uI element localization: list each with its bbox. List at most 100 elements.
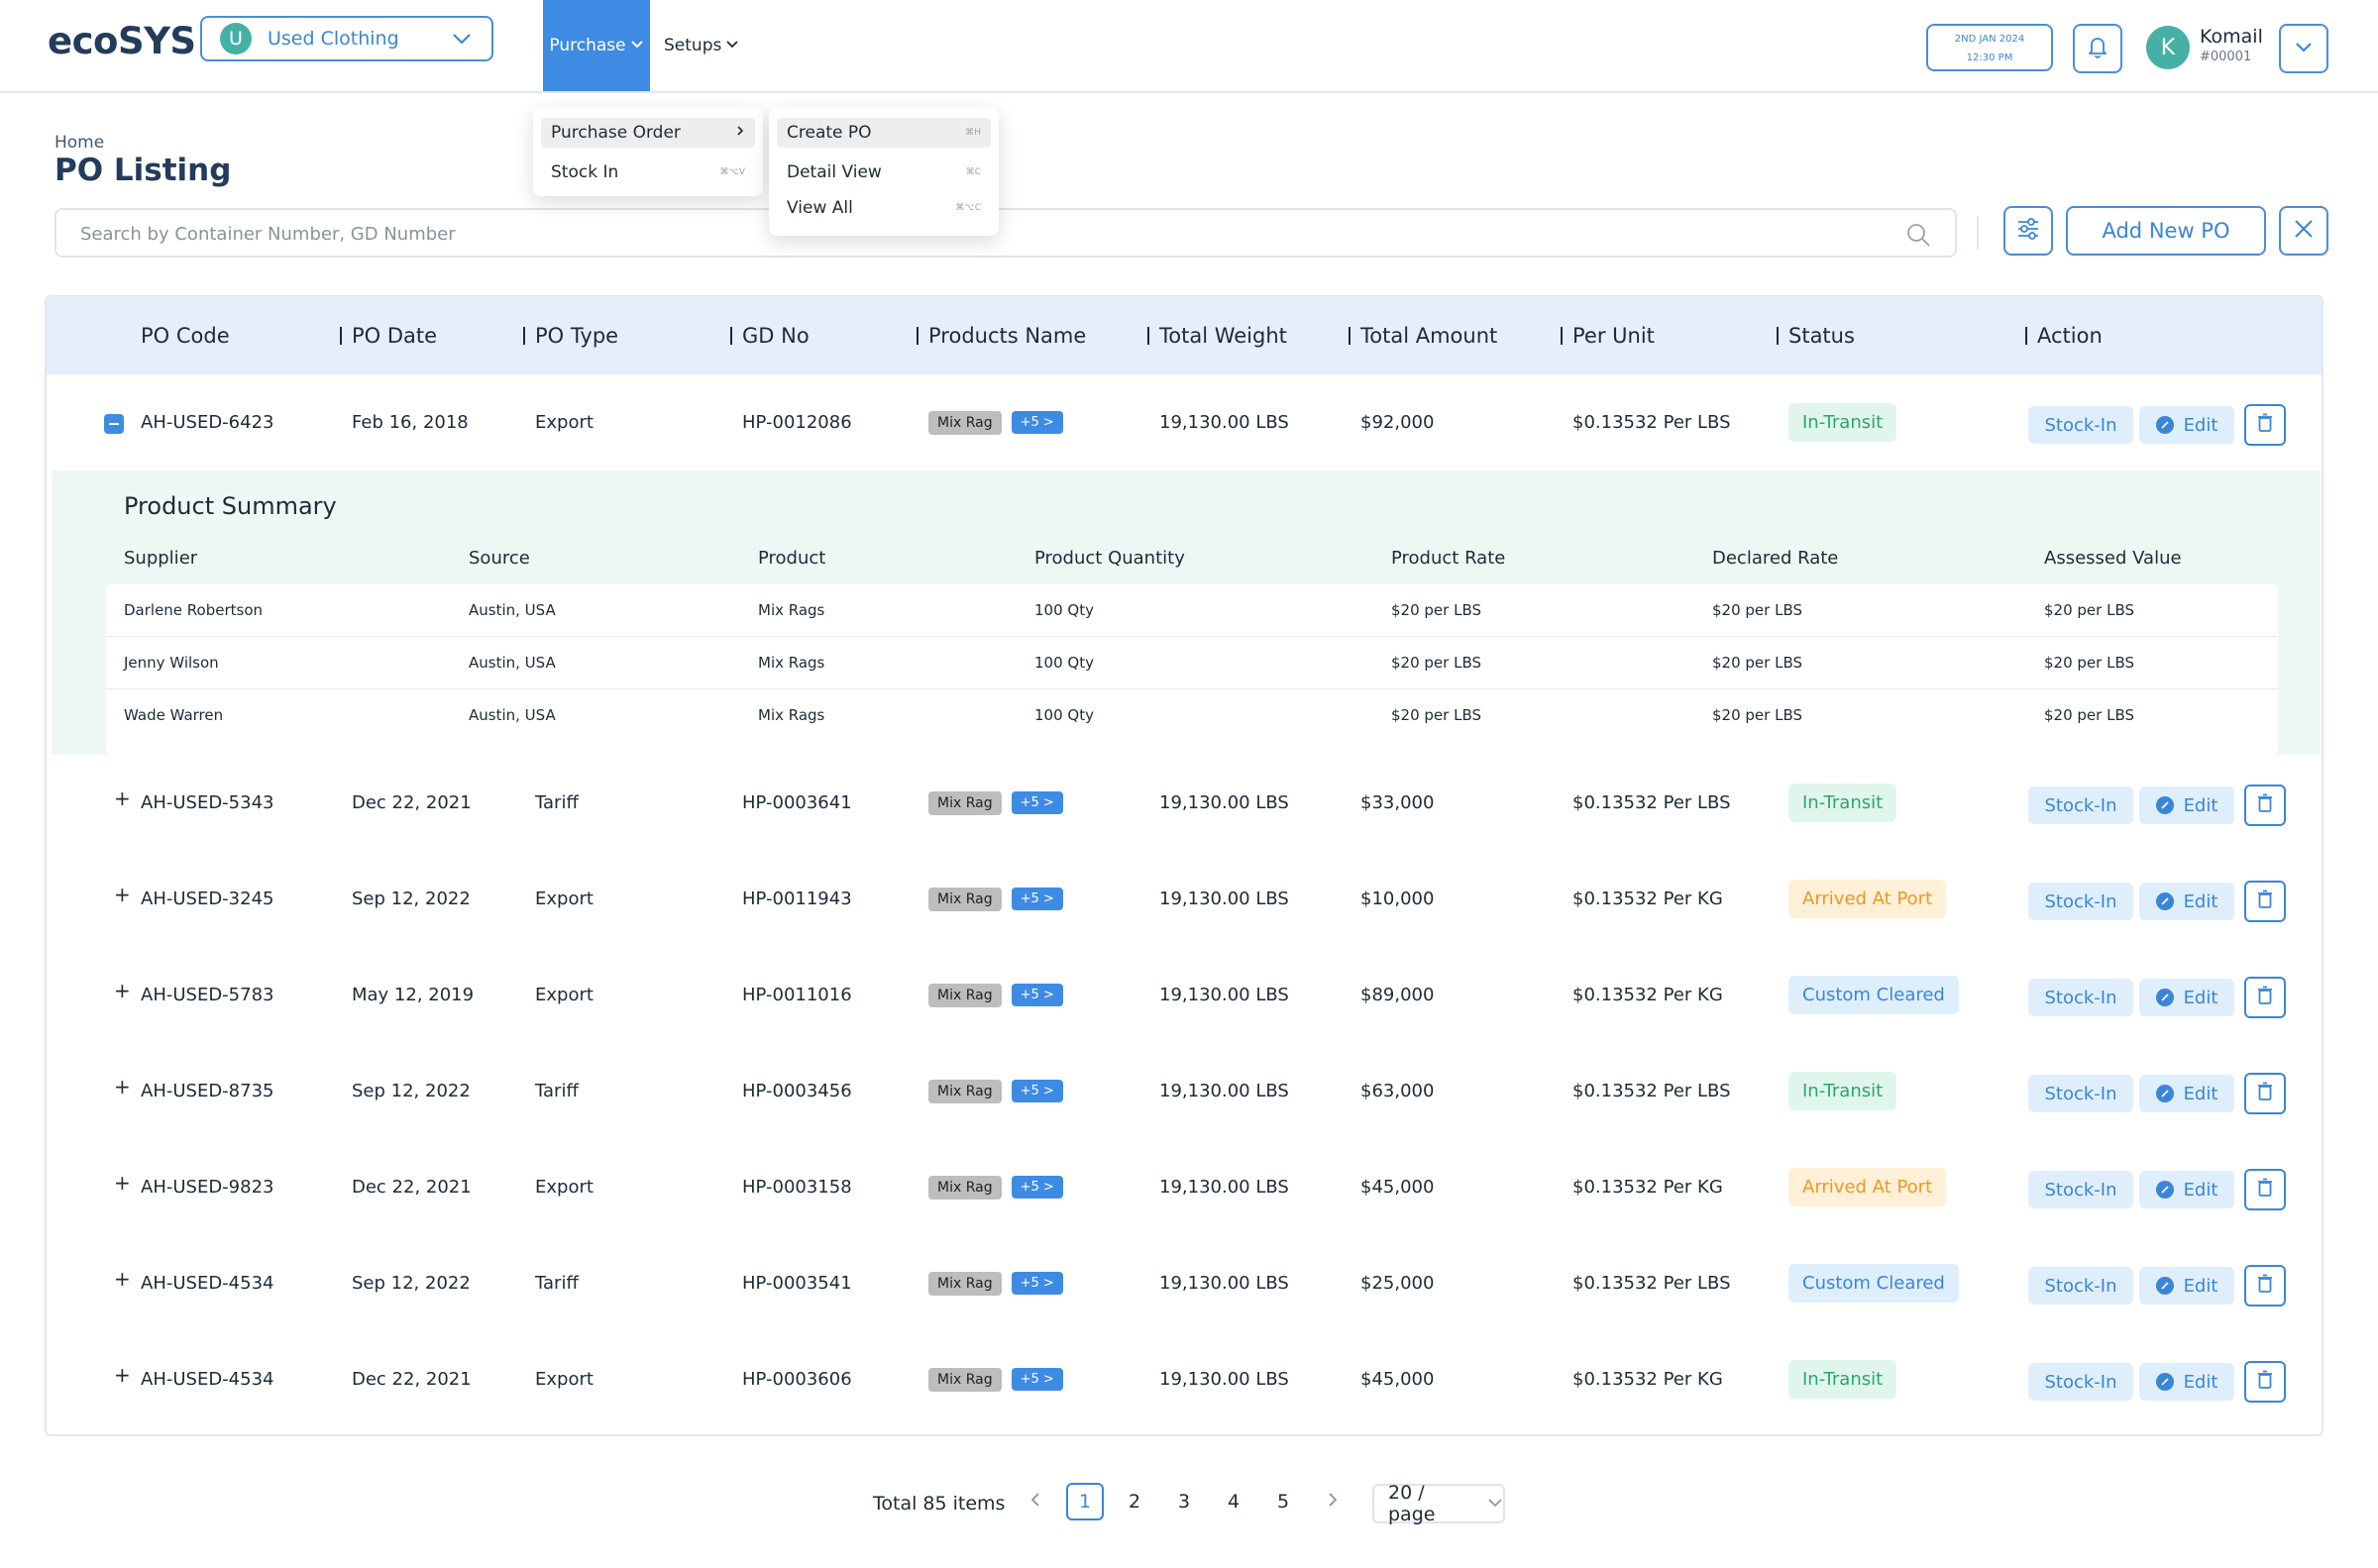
delete-button[interactable] — [2244, 1073, 2286, 1114]
pagination-total: Total 85 items — [873, 1493, 1006, 1515]
po-type: Tariff — [535, 1081, 579, 1101]
page-button-5[interactable]: 5 — [1264, 1483, 1302, 1520]
nav-purchase[interactable]: Purchase — [543, 0, 650, 91]
action-cell: Stock-In Edit — [2028, 374, 2296, 470]
user-avatar[interactable]: K — [2146, 26, 2190, 69]
edit-button[interactable]: Edit — [2139, 1267, 2234, 1305]
more-products-tag[interactable]: +5 > — [1011, 1272, 1063, 1295]
total-amount: $45,000 — [1360, 1177, 1435, 1198]
status-cell: Arrived At Port — [1788, 851, 1947, 947]
prev-page-button[interactable] — [1017, 1483, 1054, 1520]
summary-column-header: Product — [758, 548, 826, 569]
edit-button[interactable]: Edit — [2139, 406, 2234, 444]
more-products-tag[interactable]: +5 > — [1011, 1080, 1063, 1102]
menu-item-purchase-order[interactable]: Purchase Order — [541, 118, 755, 148]
table-row[interactable]: + AH-USED-5783 May 12, 2019 Export HP-00… — [47, 947, 2322, 1043]
page-button-1[interactable]: 1 — [1066, 1483, 1104, 1520]
more-products-tag[interactable]: +5 > — [1011, 984, 1063, 1006]
gd-no: HP-0003456 — [742, 1081, 852, 1101]
stock-in-button[interactable]: Stock-In — [2028, 883, 2133, 920]
expand-row-button[interactable]: + — [114, 885, 131, 904]
nav-setups[interactable]: Setups — [664, 0, 739, 91]
table-row[interactable]: + AH-USED-4534 Sep 12, 2022 Tariff HP-00… — [47, 1235, 2322, 1331]
expand-row-button[interactable]: + — [114, 1077, 131, 1097]
company-select[interactable]: U Used Clothing — [200, 16, 493, 61]
edit-button[interactable]: Edit — [2139, 1363, 2234, 1401]
table-row[interactable]: AH-USED-6423 Feb 16, 2018 Export HP-0012… — [47, 374, 2322, 470]
edit-button[interactable]: Edit — [2139, 883, 2234, 920]
more-products-tag[interactable]: +5 > — [1011, 1368, 1063, 1391]
stock-in-button[interactable]: Stock-In — [2028, 786, 2133, 824]
table-row[interactable]: + AH-USED-3245 Sep 12, 2022 Export HP-00… — [47, 851, 2322, 947]
column-header[interactable]: Per Unit — [1561, 297, 1655, 374]
edit-button[interactable]: Edit — [2139, 979, 2234, 1016]
stock-in-button[interactable]: Stock-In — [2028, 406, 2133, 444]
delete-button[interactable] — [2244, 404, 2286, 446]
column-header[interactable]: PO Code — [141, 297, 230, 374]
table-row[interactable]: + AH-USED-9823 Dec 22, 2021 Export HP-00… — [47, 1139, 2322, 1235]
column-header[interactable]: Products Name — [917, 297, 1086, 374]
expand-row-button[interactable]: + — [114, 788, 131, 808]
stock-in-button[interactable]: Stock-In — [2028, 1171, 2133, 1208]
edit-label: Edit — [2183, 1179, 2218, 1201]
delete-button[interactable] — [2244, 784, 2286, 826]
delete-button[interactable] — [2244, 1361, 2286, 1403]
breadcrumb[interactable]: Home — [54, 133, 104, 153]
more-products-tag[interactable]: +5 > — [1011, 411, 1063, 434]
page-button-3[interactable]: 3 — [1165, 1483, 1203, 1520]
edit-button[interactable]: Edit — [2139, 1171, 2234, 1208]
nav-setups-label: Setups — [664, 36, 722, 55]
stock-in-button[interactable]: Stock-In — [2028, 979, 2133, 1016]
column-header[interactable]: PO Type — [523, 297, 618, 374]
filter-button[interactable] — [2003, 206, 2053, 256]
table-row[interactable]: + AH-USED-8735 Sep 12, 2022 Tariff HP-00… — [47, 1043, 2322, 1139]
notifications-button[interactable] — [2073, 24, 2122, 73]
po-date: Sep 12, 2022 — [352, 889, 471, 909]
page-button-2[interactable]: 2 — [1116, 1483, 1153, 1520]
user-id: #00001 — [2200, 50, 2252, 64]
product-summary: Product Summary Supplier Source Product … — [52, 470, 2321, 755]
expand-row-button[interactable]: + — [114, 1173, 131, 1193]
delete-button[interactable] — [2244, 881, 2286, 922]
current-time: 12:30 PM — [1966, 52, 2013, 63]
menu-item-view-all[interactable]: View All ⌘⌥C — [777, 193, 991, 223]
more-products-tag[interactable]: +5 > — [1011, 1176, 1063, 1199]
search-icon[interactable] — [1905, 222, 1931, 252]
column-header[interactable]: PO Date — [340, 297, 437, 374]
assessed-value: $20 per LBS — [2044, 706, 2134, 724]
app-logo[interactable]: ecoSYS — [48, 20, 196, 62]
edit-button[interactable]: Edit — [2139, 786, 2234, 824]
delete-button[interactable] — [2244, 1169, 2286, 1210]
page-size-select[interactable]: 20 / page — [1372, 1482, 1505, 1525]
stock-in-button[interactable]: Stock-In — [2028, 1363, 2133, 1401]
menu-item-stock-in[interactable]: Stock In ⌘⌥V — [541, 157, 755, 187]
delete-button[interactable] — [2244, 1265, 2286, 1307]
add-new-po-button[interactable]: Add New PO — [2066, 206, 2266, 256]
column-header[interactable]: GD No — [730, 297, 810, 374]
expand-row-button[interactable]: + — [114, 1365, 131, 1385]
menu-item-detail-view[interactable]: Detail View ⌘C — [777, 157, 991, 187]
expand-row-button[interactable]: + — [114, 981, 131, 1000]
table-row[interactable]: + AH-USED-4534 Dec 22, 2021 Export HP-00… — [47, 1331, 2322, 1427]
menu-item-create-po[interactable]: Create PO ⌘H — [777, 118, 991, 148]
stock-in-button[interactable]: Stock-In — [2028, 1075, 2133, 1112]
expand-row-button[interactable]: + — [114, 1269, 131, 1289]
column-header[interactable]: Action — [2025, 297, 2103, 374]
collapse-row-button[interactable] — [104, 414, 124, 434]
more-products-tag[interactable]: +5 > — [1011, 888, 1063, 910]
menu-item-label: View All — [787, 198, 853, 218]
column-header[interactable]: Total Amount — [1349, 297, 1497, 374]
current-date: 2ND JAN 2024 — [1954, 34, 2025, 45]
more-products-tag[interactable]: +5 > — [1011, 791, 1063, 814]
page-button-4[interactable]: 4 — [1215, 1483, 1252, 1520]
stock-in-button[interactable]: Stock-In — [2028, 1267, 2133, 1305]
delete-button[interactable] — [2244, 977, 2286, 1018]
next-page-button[interactable] — [1314, 1483, 1351, 1520]
edit-button[interactable]: Edit — [2139, 1075, 2234, 1112]
summary-column-header: Assessed Value — [2044, 548, 2182, 569]
close-button[interactable] — [2279, 206, 2328, 256]
column-header[interactable]: Total Weight — [1147, 297, 1287, 374]
table-row[interactable]: + AH-USED-5343 Dec 22, 2021 Tariff HP-00… — [47, 755, 2322, 851]
user-menu-button[interactable] — [2279, 24, 2328, 73]
column-header[interactable]: Status — [1777, 297, 1855, 374]
